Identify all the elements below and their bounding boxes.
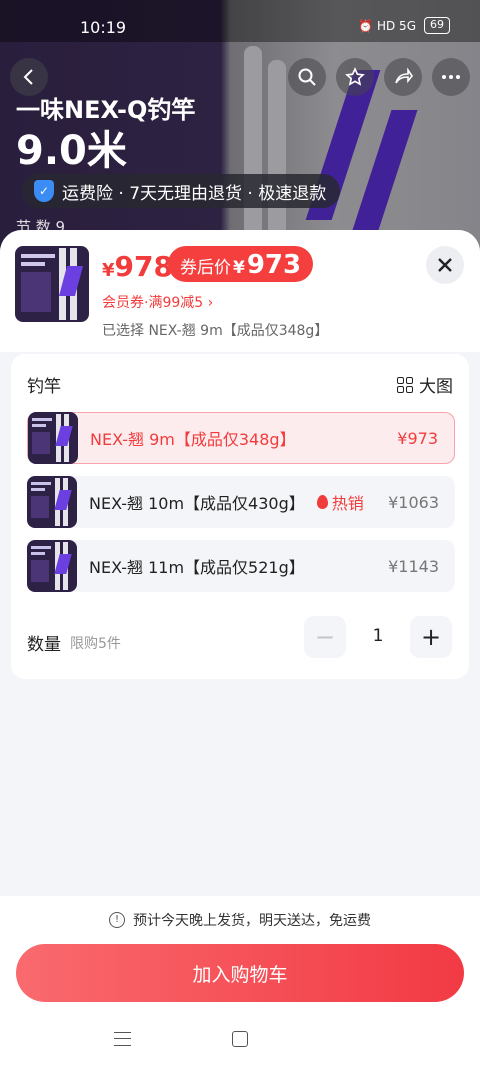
share-icon (395, 67, 413, 84)
product-length: 9.0米 (16, 128, 127, 174)
coupon-price-label: 券后价 (180, 258, 231, 278)
delivery-info: ! 预计今天晚上发货，明天送达，免运费 (0, 910, 480, 930)
shield-icon: ✓ (34, 180, 54, 202)
status-icons: ⏰ HD 5G (358, 18, 416, 33)
variant-card: 钓竿 大图 NEX-翘 9m【成品仅348g】 ¥973 NEX-翘 10m【成… (11, 354, 469, 679)
variant-name: NEX-翘 11m【成品仅521g】 (89, 558, 305, 577)
menu-icon[interactable] (114, 1032, 131, 1046)
big-view-label: 大图 (419, 377, 453, 397)
price-currency: ¥ (102, 260, 115, 281)
quantity-decrease-button[interactable]: − (304, 616, 346, 658)
sheet-header: ¥978 券后价 ¥ 973 会员券·满99减5 › 已选择 NEX-翘 9m【… (0, 230, 480, 352)
variant-price: ¥1063 (388, 492, 439, 512)
selected-variant-text: 已选择 NEX-翘 9m【成品仅348g】 (102, 323, 329, 339)
grid-icon (397, 376, 413, 393)
variant-price: ¥973 (397, 428, 438, 448)
flame-icon (316, 495, 328, 509)
home-icon[interactable] (232, 1031, 248, 1047)
add-to-cart-button[interactable]: 加入购物车 (16, 944, 464, 1002)
member-coupon-link[interactable]: 会员券·满99减5 › (102, 292, 213, 312)
variant-name: NEX-翘 9m【成品仅348g】 (90, 430, 296, 449)
variant-thumbnail (27, 540, 77, 592)
coupon-price-value: 973 (246, 250, 302, 280)
sku-sheet: ¥978 券后价 ¥ 973 会员券·满99减5 › 已选择 NEX-翘 9m【… (0, 230, 480, 1072)
quantity-increase-button[interactable]: + (410, 616, 452, 658)
variant-thumbnail (27, 476, 77, 528)
sheet-footer: ! 预计今天晚上发货，明天送达，免运费 加入购物车 (0, 896, 480, 1072)
variant-option[interactable]: NEX-翘 11m【成品仅521g】 ¥1143 (27, 540, 455, 592)
variant-thumbnail (28, 412, 78, 464)
service-promise: ✓ 运费险 · 7天无理由退货 · 极速退款 (22, 174, 341, 208)
battery-icon: 69 (424, 17, 450, 34)
quantity-value[interactable]: 1 (363, 626, 393, 646)
variant-price: ¥1143 (388, 556, 439, 576)
share-button[interactable] (384, 58, 422, 96)
coupon-price-badge: 券后价 ¥ 973 (168, 246, 314, 282)
status-time: 10:19 (80, 18, 127, 37)
big-view-toggle[interactable]: 大图 (397, 372, 453, 397)
quantity-label: 数量 (27, 635, 61, 655)
variant-option[interactable]: NEX-翘 10m【成品仅430g】 热销 ¥1063 (27, 476, 455, 528)
chevron-left-icon (23, 69, 33, 85)
variant-section-title: 钓竿 (27, 377, 61, 397)
service-promise-text: 运费险 · 7天无理由退货 · 极速退款 (62, 183, 327, 204)
more-icon (442, 75, 460, 79)
status-bar: 10:19 ⏰ HD 5G 69 (0, 0, 480, 42)
quantity-limit: 限购5件 (70, 636, 121, 652)
search-button[interactable] (288, 58, 326, 96)
close-icon (438, 258, 452, 272)
search-icon (298, 68, 316, 86)
system-nav-bar (0, 1026, 480, 1056)
star-icon (345, 67, 365, 86)
price-value: 978 (114, 250, 173, 283)
variant-name: NEX-翘 10m【成品仅430g】 (89, 494, 305, 513)
hot-badge: 热销 (316, 490, 364, 514)
product-thumbnail[interactable] (15, 246, 89, 322)
close-button[interactable] (426, 246, 464, 284)
favorite-button[interactable] (336, 58, 374, 96)
hot-label: 热销 (331, 494, 364, 513)
coupon-price-currency: ¥ (233, 258, 245, 278)
more-button[interactable] (432, 58, 470, 96)
variant-option[interactable]: NEX-翘 9m【成品仅348g】 ¥973 (27, 412, 455, 464)
delivery-text: 预计今天晚上发货，明天送达，免运费 (133, 913, 371, 929)
info-icon: ! (109, 912, 125, 928)
current-price: ¥978 (102, 250, 173, 283)
